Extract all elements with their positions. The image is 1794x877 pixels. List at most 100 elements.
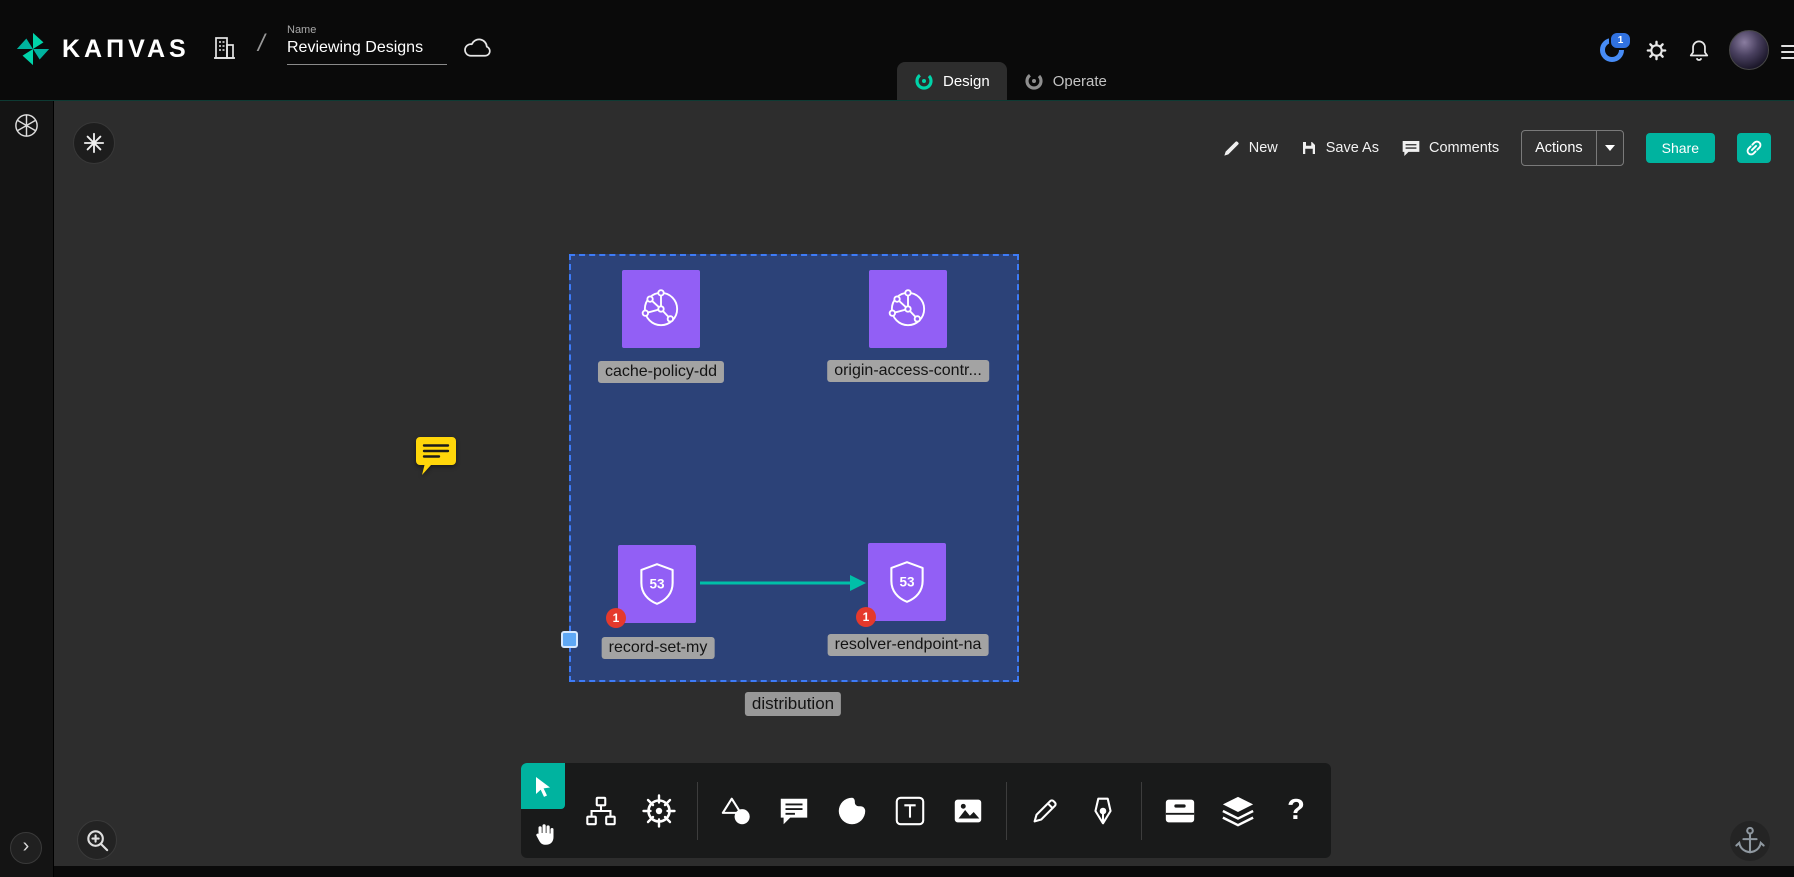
kubernetes-tool[interactable] xyxy=(639,791,679,831)
drawer-tool[interactable] xyxy=(1160,791,1200,831)
pan-tool[interactable] xyxy=(521,809,565,858)
pen-nib-icon xyxy=(1086,794,1120,828)
hand-icon xyxy=(530,821,556,847)
help-tool[interactable]: ? xyxy=(1276,791,1316,831)
mode-tabs: Design Operate xyxy=(897,62,1124,100)
svg-text:53: 53 xyxy=(899,575,915,590)
helm-wheel-icon xyxy=(641,793,677,829)
select-tool[interactable] xyxy=(521,763,565,809)
save-icon xyxy=(1300,139,1318,157)
design-name-label: Name xyxy=(287,24,447,36)
route53-shield-icon: 53 xyxy=(882,557,932,607)
user-avatar[interactable] xyxy=(1729,30,1769,70)
share-button[interactable]: Share xyxy=(1646,133,1715,163)
save-as-button[interactable]: Save As xyxy=(1300,139,1379,157)
group-port-handle[interactable] xyxy=(561,631,578,648)
node-label-record-set: record-set-my xyxy=(602,637,715,659)
kanvas-logo-icon xyxy=(14,30,52,68)
pen-tool[interactable] xyxy=(1083,791,1123,831)
node-record-set[interactable]: 53 xyxy=(618,545,696,623)
doodle-blob-icon xyxy=(835,794,869,828)
dock-cursor-column xyxy=(521,763,573,858)
node-resolver-endpoint[interactable]: 53 xyxy=(868,543,946,621)
image-icon xyxy=(951,794,985,828)
tool-dock: ? xyxy=(521,763,1331,858)
asterisk-icon xyxy=(83,132,105,154)
header-right-cluster: 1 xyxy=(1599,0,1769,100)
anchor-button[interactable] xyxy=(1730,821,1770,861)
image-tool[interactable] xyxy=(948,791,988,831)
chevron-down-icon xyxy=(1605,145,1615,151)
actions-label: Actions xyxy=(1522,131,1596,165)
pencil-draw-icon xyxy=(1028,794,1062,828)
share-label: Share xyxy=(1662,140,1699,156)
layers-tool[interactable] xyxy=(1218,791,1258,831)
new-label: New xyxy=(1249,140,1278,156)
tab-operate[interactable]: Operate xyxy=(1007,62,1124,100)
operate-tab-label: Operate xyxy=(1053,73,1107,90)
design-tab-label: Design xyxy=(943,73,990,90)
resolver-issue-badge[interactable]: 1 xyxy=(856,607,876,627)
meshery-logo-icon[interactable] xyxy=(13,112,40,139)
anchor-icon xyxy=(1735,825,1765,857)
chevron-right-icon: › xyxy=(23,835,30,857)
settings-gear-icon[interactable] xyxy=(1644,38,1669,63)
kanvas-logo[interactable]: KAΠVAS xyxy=(14,30,190,68)
canvas-comment-marker[interactable] xyxy=(414,435,458,477)
canvas-action-bar: New Save As Comments Actions Share xyxy=(1222,130,1771,166)
design-name-field: Name xyxy=(287,24,447,65)
record-set-issue-badge[interactable]: 1 xyxy=(606,608,626,628)
shapes-tool[interactable] xyxy=(716,791,756,831)
design-tab-icon xyxy=(914,71,934,91)
organization-icon[interactable] xyxy=(210,33,238,63)
pattern-fab-button[interactable] xyxy=(73,122,115,164)
copy-link-button[interactable] xyxy=(1737,133,1771,163)
components-tool[interactable] xyxy=(581,791,621,831)
question-mark-icon: ? xyxy=(1287,794,1305,827)
node-cache-policy[interactable] xyxy=(622,270,700,348)
zoom-in-button[interactable] xyxy=(77,820,117,860)
cloud-sync-icon[interactable] xyxy=(462,36,493,60)
text-tool[interactable] xyxy=(890,791,930,831)
provider-notification-badge: 1 xyxy=(1609,31,1632,50)
magnifier-plus-icon xyxy=(84,827,111,854)
globe-network-icon xyxy=(636,284,686,334)
notifications-bell-icon[interactable] xyxy=(1688,38,1710,63)
svg-text:53: 53 xyxy=(649,577,665,592)
tab-design[interactable]: Design xyxy=(897,62,1007,100)
new-button[interactable]: New xyxy=(1222,139,1278,158)
link-icon xyxy=(1744,138,1764,158)
node-origin-access[interactable] xyxy=(869,270,947,348)
sitemap-icon xyxy=(584,794,618,828)
drawer-icon xyxy=(1162,794,1198,828)
cloud-provider-icon[interactable]: 1 xyxy=(1599,37,1625,63)
node-label-origin-access: origin-access-contr... xyxy=(827,360,989,382)
doodle-tool[interactable] xyxy=(832,791,872,831)
sidebar-expand-button[interactable]: › xyxy=(10,832,42,864)
app-header: KAΠVAS / Name Design xyxy=(0,0,1794,101)
logo-wordmark: KAΠVAS xyxy=(62,35,190,64)
dock-divider xyxy=(1006,782,1007,840)
actions-caret-button[interactable] xyxy=(1597,131,1623,165)
layers-icon xyxy=(1220,794,1256,828)
globe-network-icon xyxy=(883,284,933,334)
route53-shield-icon: 53 xyxy=(632,559,682,609)
hamburger-menu-icon[interactable] xyxy=(1781,41,1794,63)
pencil-tool[interactable] xyxy=(1025,791,1065,831)
node-label-resolver-endpoint: resolver-endpoint-na xyxy=(828,634,989,656)
comments-label: Comments xyxy=(1429,140,1499,156)
comment-bubble-icon xyxy=(777,794,811,828)
actions-dropdown-button[interactable]: Actions xyxy=(1521,130,1624,166)
comments-button[interactable]: Comments xyxy=(1401,139,1499,158)
pencil-icon xyxy=(1222,139,1241,158)
comment-tool[interactable] xyxy=(774,791,814,831)
shapes-icon xyxy=(719,794,753,828)
dock-divider xyxy=(697,782,698,840)
text-icon xyxy=(893,794,927,828)
left-sidebar: › xyxy=(0,100,54,877)
group-label-distribution: distribution xyxy=(745,692,841,716)
design-name-input[interactable] xyxy=(287,39,447,65)
bottom-strip xyxy=(0,866,1794,877)
save-as-label: Save As xyxy=(1326,140,1379,156)
comment-icon xyxy=(1401,139,1421,158)
